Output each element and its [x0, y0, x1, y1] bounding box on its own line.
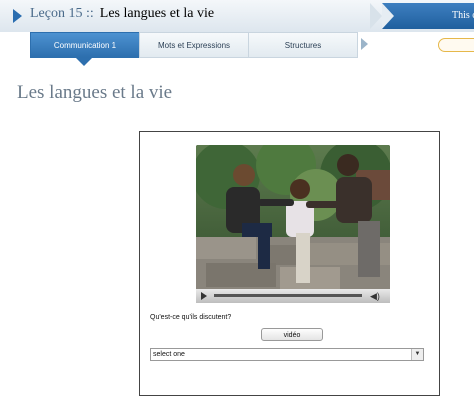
tab-structures[interactable]: Structures — [248, 32, 358, 58]
search-pill[interactable] — [438, 38, 474, 52]
tab-mots-et-expressions[interactable]: Mots et Expressions — [139, 32, 249, 58]
active-tab-pointer — [76, 58, 92, 66]
tab-bar: Communication 1 Mots et Expressions Stru… — [0, 32, 474, 68]
answer-select-value: select one — [153, 351, 185, 358]
tab-scroll-right-icon[interactable] — [361, 38, 368, 50]
seek-bar[interactable] — [214, 294, 362, 297]
breadcrumb-next-label[interactable]: This c — [452, 10, 474, 21]
volume-icon[interactable]: ◀) — [370, 291, 380, 301]
page-title: Les langues et la vie — [17, 82, 173, 103]
tab-communication-1[interactable]: Communication 1 — [30, 32, 140, 58]
lesson-arrow-icon — [13, 9, 22, 23]
breadcrumb-separator — [370, 3, 382, 29]
chevron-down-icon[interactable]: ▼ — [411, 349, 423, 360]
video-player[interactable] — [196, 145, 390, 303]
video-button[interactable]: vidéo — [261, 328, 323, 341]
answer-select[interactable]: select one ▼ — [150, 348, 424, 361]
video-controls: ◀) — [196, 289, 390, 303]
video-frame — [196, 145, 390, 303]
breadcrumb-notch — [382, 3, 394, 29]
play-icon[interactable] — [201, 292, 207, 300]
left-column — [0, 120, 138, 392]
lesson-number: Leçon 15 :: — [30, 6, 94, 21]
lesson-title: Les langues et la vie — [99, 6, 215, 21]
lesson-breadcrumb: Leçon 15 :: Les langues et la vie — [30, 6, 214, 22]
question-text: Qu'est-ce qu'ils discutent? — [150, 314, 232, 321]
top-bar: Leçon 15 ::Les langues et la vie This c — [0, 0, 474, 33]
